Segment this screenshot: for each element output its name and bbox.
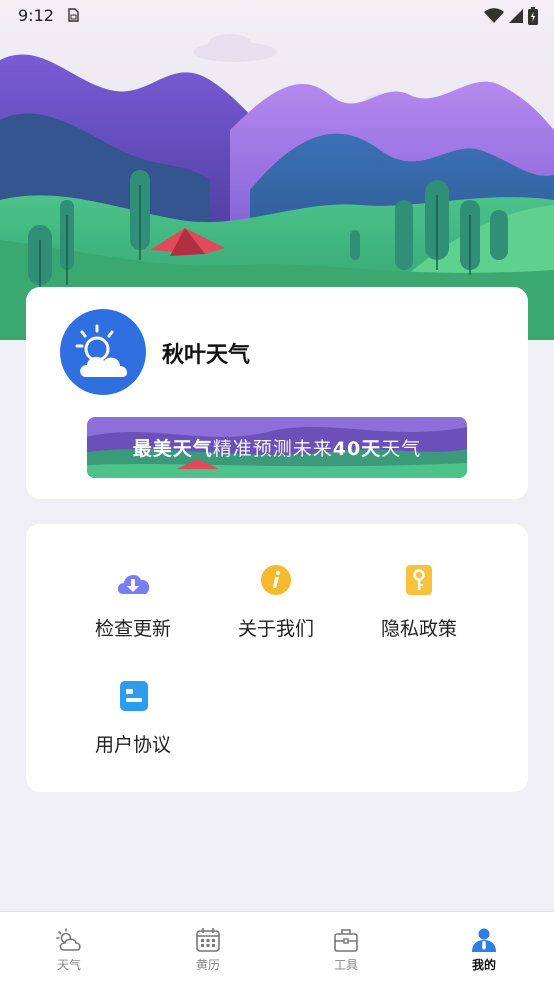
key-icon	[406, 565, 432, 595]
avatar	[60, 309, 146, 395]
menu-card: 检查更新 关于我们 隐私政策 用户协议	[26, 524, 528, 792]
bottom-tab-bar: 天气 黄历 工具 我的	[0, 911, 554, 985]
app-name: 秋叶天气	[162, 343, 251, 368]
info-icon	[261, 565, 291, 595]
banner-text-end: 天气	[381, 438, 422, 460]
cloud-download-icon	[117, 574, 150, 594]
about-us-button[interactable]: 关于我们	[206, 562, 346, 641]
weather-icon	[56, 928, 81, 951]
check-update-label: 检查更新	[94, 618, 171, 640]
promo-banner[interactable]: 最美天气 精准预测未来 40天 天气	[87, 417, 467, 478]
status-indicators	[484, 7, 538, 29]
privacy-policy-button[interactable]: 隐私政策	[349, 562, 489, 641]
tab-mine-label: 我的	[471, 958, 496, 972]
tab-weather-label: 天气	[56, 958, 81, 972]
sun-cloud-icon	[75, 324, 128, 377]
tab-weather[interactable]: 天气	[29, 926, 109, 973]
profile-card: 秋叶天气 最美天气 精准预测未来 40天 天气	[26, 287, 528, 499]
tab-almanac-label: 黄历	[195, 958, 220, 972]
banner-text-middle: 精准预测未来	[212, 438, 333, 460]
tab-mine[interactable]: 我的	[444, 926, 524, 973]
document-icon	[120, 681, 148, 711]
profile-icon	[472, 928, 496, 952]
tab-tools-label: 工具	[333, 958, 358, 972]
sim-card-icon	[66, 7, 80, 26]
banner-text: 最美天气 精准预测未来 40天 天气	[87, 417, 467, 478]
wifi-icon	[484, 8, 504, 28]
tab-almanac[interactable]: 黄历	[168, 926, 248, 973]
cellular-signal-icon	[508, 8, 524, 28]
toolbox-icon	[334, 929, 358, 952]
status-bar: 9:12	[0, 0, 554, 30]
about-us-label: 关于我们	[237, 618, 314, 640]
status-time: 9:12	[18, 6, 54, 25]
user-agreement-button[interactable]: 用户协议	[63, 678, 203, 757]
privacy-policy-label: 隐私政策	[380, 618, 457, 640]
user-agreement-label: 用户协议	[94, 734, 171, 756]
battery-icon	[528, 7, 538, 29]
calendar-icon	[196, 928, 220, 952]
check-update-button[interactable]: 检查更新	[63, 562, 203, 641]
banner-text-days: 40天	[332, 438, 382, 460]
banner-text-highlight: 最美天气	[132, 438, 213, 460]
tab-tools[interactable]: 工具	[306, 926, 386, 973]
